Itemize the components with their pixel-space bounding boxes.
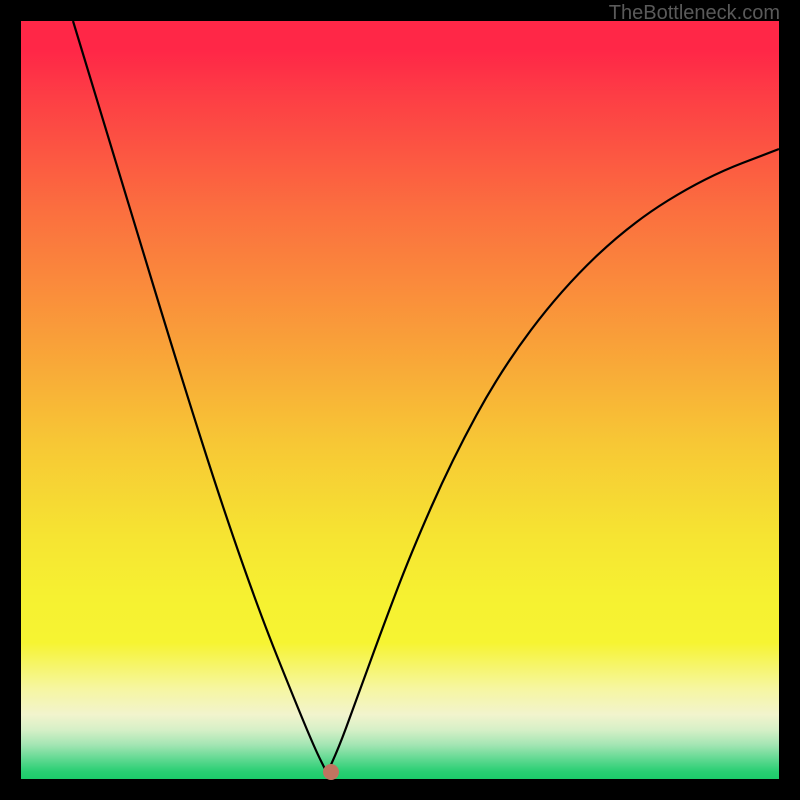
- attribution-text: TheBottleneck.com: [609, 2, 780, 25]
- curve-left-arm: [73, 21, 327, 773]
- curve-right-arm: [327, 149, 779, 773]
- chart-curve-svg: [0, 0, 800, 800]
- bottleneck-dot: [323, 764, 339, 780]
- chart-frame: TheBottleneck.com: [0, 0, 800, 800]
